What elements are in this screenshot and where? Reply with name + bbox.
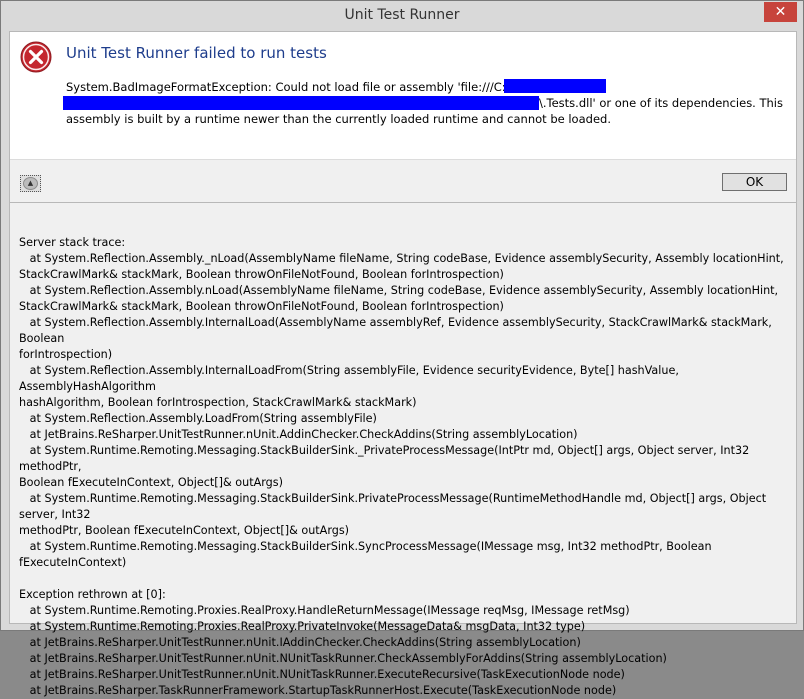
stack-trace-line: Exception rethrown at [0]: bbox=[19, 588, 166, 601]
stack-trace-line: at System.Runtime.Remoting.Messaging.Sta… bbox=[19, 492, 770, 521]
redacted-path-2 bbox=[63, 96, 539, 110]
stack-trace-line: at System.Reflection.Assembly.nLoad(Asse… bbox=[19, 284, 779, 297]
error-circle-x-icon bbox=[20, 41, 52, 73]
stack-trace-line: hashAlgorithm, Boolean forIntrospection,… bbox=[19, 396, 417, 409]
details-toggle-button[interactable]: ▲ bbox=[20, 175, 41, 192]
stack-trace-line: at System.Reflection.Assembly.LoadFrom(S… bbox=[19, 412, 377, 425]
error-message-line-1: System.BadImageFormatException: Could no… bbox=[66, 80, 543, 94]
redacted-path-1 bbox=[504, 79, 606, 93]
close-icon: ✕ bbox=[774, 4, 787, 20]
stack-trace-line: at System.Reflection.Assembly.InternalLo… bbox=[19, 364, 683, 393]
title-bar[interactable]: Unit Test Runner ✕ bbox=[1, 1, 803, 31]
stack-trace-line: at JetBrains.ReSharper.UnitTestRunner.nU… bbox=[19, 636, 581, 649]
error-heading: Unit Test Runner failed to run tests bbox=[66, 44, 327, 62]
close-button[interactable]: ✕ bbox=[764, 2, 797, 22]
details-panel: Server stack trace: at System.Reflection… bbox=[10, 202, 796, 697]
divider bbox=[10, 159, 796, 160]
stack-trace-line: at System.Runtime.Remoting.Messaging.Sta… bbox=[19, 444, 753, 473]
collapse-chevron-icon: ▲ bbox=[23, 177, 38, 190]
dialog-content: Unit Test Runner failed to run tests Sys… bbox=[9, 31, 797, 697]
stack-trace-line: at System.Reflection.Assembly.InternalLo… bbox=[19, 316, 776, 345]
stack-trace-line: at System.Runtime.Remoting.Messaging.Sta… bbox=[19, 540, 716, 569]
stack-trace-line: Boolean fExecuteInContext, Object[]& out… bbox=[19, 476, 283, 489]
stack-trace-line: at JetBrains.ReSharper.UnitTestRunner.nU… bbox=[19, 652, 667, 665]
stack-trace-line bbox=[19, 571, 791, 587]
stack-trace-line: StackCrawlMark& stackMark, Boolean throw… bbox=[19, 268, 504, 281]
stack-trace-line: at System.Runtime.Remoting.Proxies.RealP… bbox=[19, 604, 630, 617]
stack-trace-line: at JetBrains.ReSharper.TaskRunnerFramewo… bbox=[19, 684, 617, 697]
stack-trace-line: at JetBrains.ReSharper.UnitTestRunner.nU… bbox=[19, 668, 625, 681]
window-title: Unit Test Runner bbox=[344, 7, 460, 23]
stack-trace-line: StackCrawlMark& stackMark, Boolean throw… bbox=[19, 300, 504, 313]
message-area: Unit Test Runner failed to run tests Sys… bbox=[10, 32, 796, 159]
stack-trace-line: at JetBrains.ReSharper.UnitTestRunner.nU… bbox=[19, 428, 578, 441]
stack-trace-line: methodPtr, Boolean fExecuteInContext, Ob… bbox=[19, 524, 350, 537]
error-message-line-2: \.Tests.dll' or one of its dependencies.… bbox=[539, 96, 783, 110]
stack-trace-line: at System.Runtime.Remoting.Proxies.RealP… bbox=[19, 620, 586, 633]
stack-trace-line: forIntrospection) bbox=[19, 348, 113, 361]
stack-trace-text[interactable]: Server stack trace: at System.Reflection… bbox=[19, 235, 791, 699]
dialog-window: Unit Test Runner ✕ Unit Test Runner fail… bbox=[0, 0, 804, 697]
ok-button[interactable]: OK bbox=[722, 173, 787, 191]
error-message-line-3: assembly is built by a runtime newer tha… bbox=[66, 112, 611, 126]
stack-trace-line: at System.Reflection.Assembly._nLoad(Ass… bbox=[19, 252, 784, 265]
stack-trace-line: Server stack trace: bbox=[19, 236, 126, 249]
